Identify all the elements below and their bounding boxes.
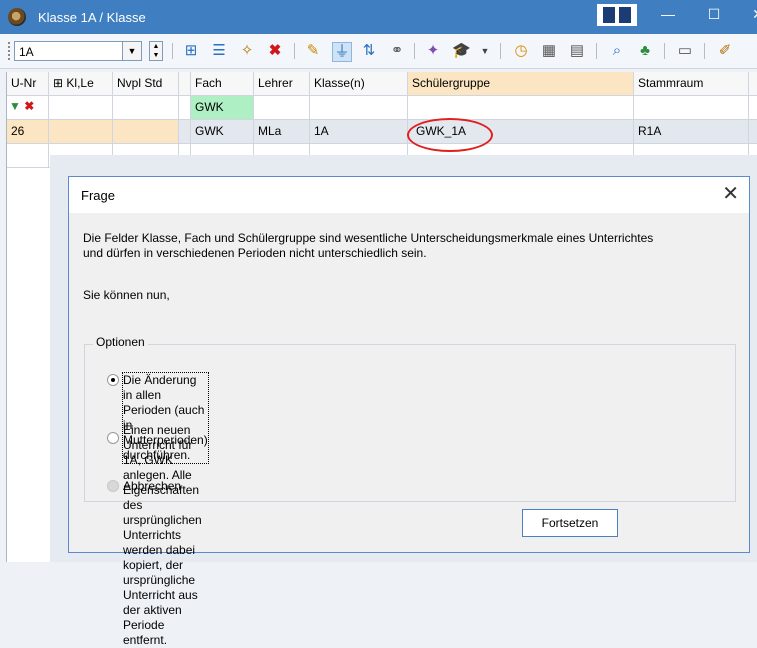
- filter-cell-lehrer[interactable]: [254, 96, 310, 120]
- filter-cell-stammraum[interactable]: [634, 96, 749, 120]
- col-spacer: [179, 72, 191, 96]
- col-header-nvpl[interactable]: Nvpl Std: [113, 72, 179, 96]
- col-header-lehrer[interactable]: Lehrer: [254, 72, 310, 96]
- new-item-icon[interactable]: ✧: [238, 42, 256, 60]
- toolbar-separator: [500, 43, 501, 59]
- class-combobox[interactable]: 1A ▼: [14, 41, 142, 61]
- cell-klassen[interactable]: 1A: [310, 120, 408, 144]
- filter-cell-klassen[interactable]: [310, 96, 408, 120]
- toolbar-separator: [596, 43, 597, 59]
- close-window-button[interactable]: ✕: [740, 0, 757, 28]
- dialog-header: Frage ✕: [69, 177, 749, 213]
- cell-truncated[interactable]: [749, 120, 757, 144]
- sort-icon[interactable]: ⇅: [360, 42, 378, 60]
- empty-cell[interactable]: [7, 144, 49, 168]
- dialog-message-line1: Die Felder Klasse, Fach und Schülergrupp…: [83, 231, 654, 245]
- dialog-message-line2: und dürfen in verschiedenen Perioden nic…: [83, 246, 427, 260]
- filter-icon[interactable]: ⏚: [332, 42, 352, 62]
- col-header-klle-label: Kl,Le: [66, 76, 94, 90]
- toolbar: 1A ▼ ▲ ▼ ⊞ ☰ ✧ ✖ ✎ ⏚ ⇅ ⚭ ✦ 🎓 ▼ ◷ ▦ ▤ ⌕ ♣ …: [0, 34, 757, 69]
- highlight-circle: [407, 118, 493, 152]
- dialog-title: Frage: [81, 188, 115, 203]
- clear-filter-icon[interactable]: ✖: [24, 99, 34, 113]
- filter-cell-fach[interactable]: GWK: [191, 96, 254, 120]
- class-combobox-value: 1A: [19, 45, 34, 59]
- radio-all-periods[interactable]: [107, 374, 119, 386]
- toolbar-separator: [172, 43, 173, 59]
- cell-fach[interactable]: GWK: [191, 120, 254, 144]
- col-header-fach[interactable]: Fach: [191, 72, 254, 96]
- graduation-cap-icon[interactable]: 🎓: [452, 42, 471, 60]
- expand-icon[interactable]: ⊞: [53, 76, 63, 90]
- option-new-lesson-label: Einen neuen Unterricht für 1A, GWK anleg…: [123, 423, 202, 648]
- minimize-button[interactable]: —: [650, 0, 686, 28]
- close-icon[interactable]: ✕: [722, 183, 739, 205]
- continue-button[interactable]: Fortsetzen: [522, 509, 618, 537]
- toolbar-separator: [664, 43, 665, 59]
- toolbar-separator: [414, 43, 415, 59]
- toolbar-grip[interactable]: [8, 42, 10, 60]
- class-spinner[interactable]: ▲ ▼: [149, 41, 163, 61]
- maximize-button[interactable]: ☐: [696, 0, 732, 28]
- col-header-truncated[interactable]: [749, 72, 757, 96]
- filter-cell-klle[interactable]: [49, 96, 113, 120]
- link-icon[interactable]: ⚭: [388, 42, 406, 60]
- table-icon[interactable]: ▤: [568, 42, 586, 60]
- filter-cell-schuelergruppe[interactable]: [408, 96, 634, 120]
- filter-controls: ▼ ✖: [7, 96, 49, 120]
- cell-stammraum[interactable]: R1A: [634, 120, 749, 144]
- filter-row: ▼ ✖ GWK: [7, 96, 757, 120]
- snap-layout-icon[interactable]: [597, 4, 637, 26]
- cell-lehrer[interactable]: MLa: [254, 120, 310, 144]
- clock-icon[interactable]: ◷: [512, 42, 530, 60]
- option-cancel-label: Abbrechen: [123, 479, 182, 493]
- cell-spacer: [179, 120, 191, 144]
- filter-icon[interactable]: ▼: [9, 99, 21, 113]
- comment-icon[interactable]: ▭: [676, 42, 694, 60]
- grid-view-icon[interactable]: ⊞: [182, 42, 200, 60]
- dialog-prompt: Sie können nun,: [83, 288, 170, 302]
- option-new-lesson-line2: werden dabei kopiert, der ursprüngliche …: [123, 543, 198, 647]
- dialog-message: Die Felder Klasse, Fach und Schülergrupp…: [83, 231, 739, 261]
- cell-unr[interactable]: 26: [7, 120, 49, 144]
- window-title: Klasse 1A / Klasse: [38, 10, 146, 25]
- col-header-schuelergruppe[interactable]: Schülergruppe: [408, 72, 634, 96]
- users-icon[interactable]: ♣: [636, 42, 654, 60]
- chevron-down-icon[interactable]: ▼: [476, 42, 494, 60]
- col-header-unr[interactable]: U-Nr: [7, 72, 49, 96]
- grid-header-row: U-Nr ⊞ Kl,Le Nvpl Std Fach Lehrer Klasse…: [7, 72, 757, 96]
- col-header-stammraum[interactable]: Stammraum: [634, 72, 749, 96]
- question-dialog: Frage ✕ Die Felder Klasse, Fach und Schü…: [68, 176, 750, 647]
- filter-cell-nvpl[interactable]: [113, 96, 179, 120]
- dialog-body: Die Felder Klasse, Fach und Schülergrupp…: [69, 213, 749, 647]
- toolbar-separator: [294, 43, 295, 59]
- col-header-klle[interactable]: ⊞ Kl,Le: [49, 72, 113, 96]
- cell-nvpl[interactable]: [113, 120, 179, 144]
- title-bar: Klasse 1A / Klasse — ☐ ✕: [0, 0, 757, 34]
- cell-klle[interactable]: [49, 120, 113, 144]
- calendar-icon[interactable]: ▦: [540, 42, 558, 60]
- table-row[interactable]: 26 GWK MLa 1A GWK_1A R1A: [7, 120, 757, 144]
- options-group-label: Optionen: [93, 335, 148, 349]
- filter-cell-truncated[interactable]: [749, 96, 757, 120]
- radio-cancel: [107, 480, 119, 492]
- magnify-icon[interactable]: ⌕: [608, 42, 626, 60]
- list-view-icon[interactable]: ☰: [210, 42, 228, 60]
- radio-new-lesson[interactable]: [107, 432, 119, 444]
- delete-icon[interactable]: ✖: [266, 42, 284, 60]
- palette-icon[interactable]: ✐: [716, 42, 734, 60]
- edit-icon[interactable]: ✎: [304, 42, 322, 60]
- col-header-klassen[interactable]: Klasse(n): [310, 72, 408, 96]
- filter-spacer: [179, 96, 191, 120]
- wand-icon[interactable]: ✦: [424, 42, 442, 60]
- chevron-down-icon[interactable]: ▼: [122, 42, 141, 60]
- app-icon: [8, 8, 26, 26]
- toolbar-separator: [704, 43, 705, 59]
